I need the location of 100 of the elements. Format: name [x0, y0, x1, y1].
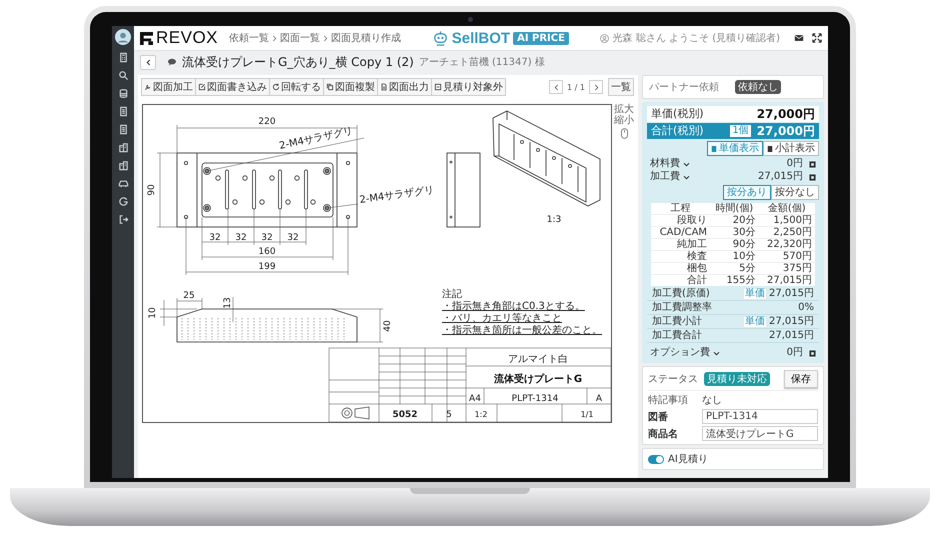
back-button[interactable]	[140, 54, 156, 70]
note-text: ・バリ、カエリ等なきこと	[442, 313, 562, 324]
breadcrumb-link[interactable]: 図面見積り作成	[331, 31, 402, 45]
toggle-switch[interactable]	[648, 454, 664, 464]
unit-price-value: 27,000円	[756, 108, 815, 120]
column-header: 時間(個)	[710, 203, 759, 214]
document-icon[interactable]	[118, 106, 128, 117]
display-toggle-button[interactable]: 小計表示	[763, 141, 819, 156]
zoom-hint: 縮小	[614, 115, 634, 126]
split-toggle-button[interactable]: 按分なし	[771, 185, 819, 200]
field-label: 図番	[648, 410, 669, 424]
revision-text: A	[596, 394, 602, 404]
toolbar-button[interactable]: 図面加工	[141, 78, 196, 96]
notes-title: 注記	[442, 289, 462, 300]
input-field[interactable]: PLPT-1314	[702, 409, 818, 424]
column-header: 工程	[651, 203, 710, 214]
total-price-value: 27,000円	[756, 125, 815, 137]
chat-icon	[167, 58, 177, 66]
dimension-label: 13	[223, 297, 233, 309]
table-cell: 10分	[710, 250, 759, 262]
page-indicator: 1 / 1	[566, 82, 586, 92]
unit-tag: 単価	[744, 289, 766, 299]
dimension-label: 32	[287, 233, 299, 243]
table-cell: 22,320円	[758, 238, 815, 250]
pencil-icon	[198, 83, 206, 91]
rotate-icon	[272, 83, 280, 91]
search-icon[interactable]	[118, 70, 128, 81]
logo-text: REVOX	[156, 28, 218, 48]
option-value: 0円	[786, 347, 803, 359]
breadcrumb-link[interactable]: 依頼一覧	[229, 31, 270, 45]
dimension-label: 32	[209, 233, 221, 243]
sheet-number: 1/1	[580, 410, 594, 419]
summary-label: 加工費小計	[652, 316, 702, 328]
toolbar-button[interactable]: 図面書き込み	[195, 78, 270, 96]
avatar-icon[interactable]	[115, 29, 131, 45]
dimension-line	[332, 308, 384, 342]
table-cell: 30分	[710, 226, 759, 238]
table-cell: 155分	[710, 274, 759, 286]
table-cell: 570円	[758, 250, 815, 262]
database-icon[interactable]	[118, 88, 128, 99]
list-button[interactable]: 一覧	[608, 78, 634, 96]
dimension-label: 32	[235, 233, 247, 243]
wrench-icon	[144, 83, 152, 91]
note-text: ・指示無き箇所は一般公差のこと。	[442, 325, 602, 336]
table-cell: 20分	[710, 214, 759, 226]
chevron-icon	[272, 34, 278, 42]
toolbar-button[interactable]: 図面出力	[377, 78, 432, 96]
remarks-label: 特記事項	[648, 394, 689, 407]
dimension-label: 40	[383, 320, 393, 332]
mouse-icon	[620, 128, 628, 139]
quantity-badge: 1個	[730, 125, 751, 137]
status-badge: 見積り未対応	[704, 372, 770, 386]
expand-icon[interactable]	[812, 33, 822, 43]
save-button[interactable]: 保存	[784, 370, 818, 388]
scale-text: 1:2	[474, 410, 488, 419]
dimension-line	[232, 296, 234, 322]
summary-value: 27,015円	[769, 288, 814, 300]
table-cell: 梱包	[651, 262, 710, 274]
table-cell: 1,500円	[758, 214, 815, 226]
g-icon[interactable]	[118, 196, 128, 207]
dimension-label: 10	[148, 307, 158, 319]
summary-label: 加工費(原価)	[652, 288, 710, 300]
drawing-title: 流体受けプレートG_穴あり_横 Copy 1 (2)	[182, 54, 414, 70]
chevron-down-icon[interactable]	[683, 174, 690, 180]
square-icon[interactable]	[809, 350, 816, 356]
quantity-text: 5	[446, 410, 452, 420]
building-icon[interactable]	[118, 142, 128, 153]
app-badge: AI PRICE	[513, 32, 569, 44]
option-label: オプション費	[650, 347, 710, 359]
mail-icon[interactable]	[794, 33, 804, 43]
square-icon[interactable]	[809, 160, 816, 168]
next-page-button[interactable]	[589, 80, 603, 94]
car-icon[interactable]	[118, 178, 128, 189]
split-toggle-button[interactable]: 按分あり	[723, 185, 771, 200]
toolbar-button[interactable]: 図面複製	[323, 78, 378, 96]
summary-value: 27,015円	[769, 330, 814, 342]
summary-value: 27,015円	[769, 316, 814, 328]
display-toggle-button[interactable]: 単価表示	[707, 141, 763, 156]
partner-status-badge: 依頼なし	[735, 80, 781, 94]
toolbar-button[interactable]: 回転する	[269, 78, 324, 96]
building-icon[interactable]	[118, 160, 128, 171]
leader-line	[326, 204, 358, 208]
sign-out-icon[interactable]	[118, 214, 128, 225]
part-name: 流体受けプレートG	[494, 374, 582, 385]
dimension-label: 90	[147, 184, 157, 196]
dimension-label: 160	[258, 247, 276, 257]
document-icon[interactable]	[118, 124, 128, 135]
calculator-icon[interactable]	[118, 52, 128, 63]
chevron-down-icon[interactable]	[713, 350, 720, 356]
breadcrumb-link[interactable]: 図面一覧	[280, 31, 320, 45]
status-label: ステータス	[648, 373, 698, 386]
table-cell: 375円	[758, 262, 815, 274]
paper-size: A4	[469, 394, 481, 404]
chevron-down-icon[interactable]	[683, 162, 690, 166]
zoom-hint: 拡大	[614, 104, 634, 115]
toolbar-button[interactable]: 見積り対象外	[431, 78, 506, 96]
square-icon[interactable]	[809, 174, 816, 180]
input-field[interactable]: 流体受けプレートG	[702, 426, 818, 441]
previous-page-button[interactable]	[549, 80, 564, 94]
summary-label: 加工費合計	[652, 330, 702, 342]
